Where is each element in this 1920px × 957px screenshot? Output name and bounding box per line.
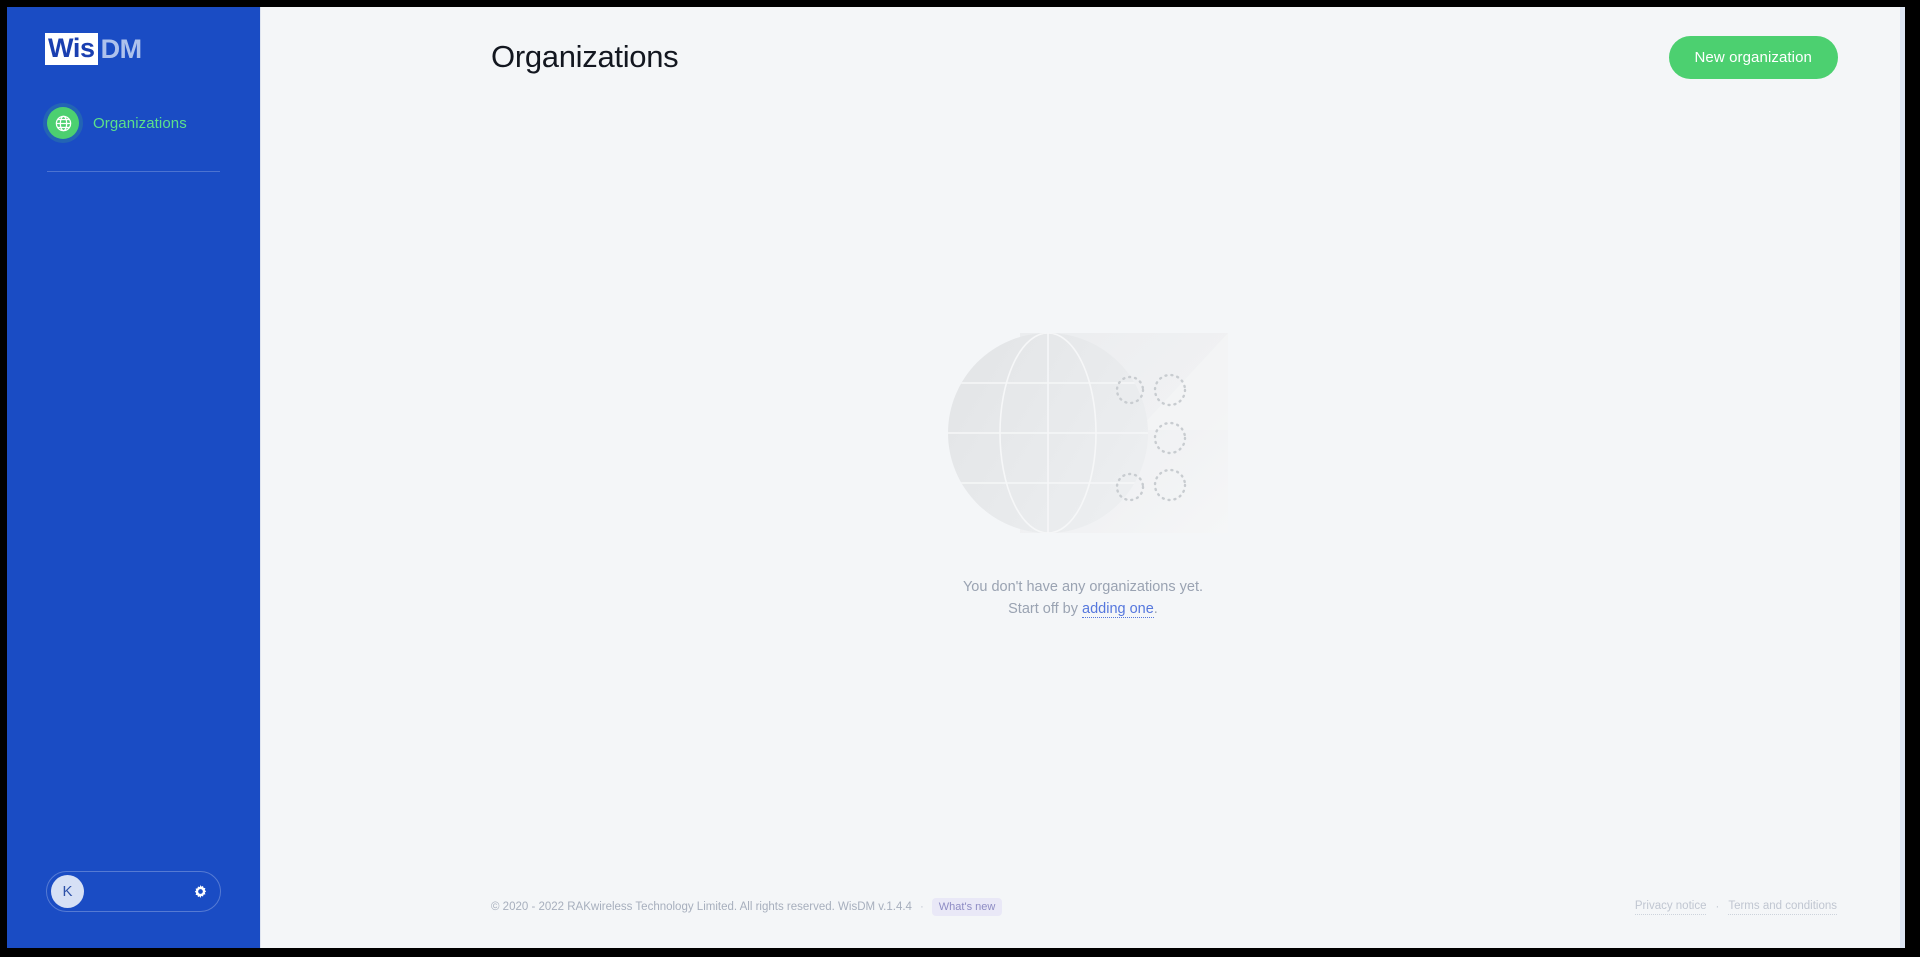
footer-links-separator: · — [1715, 901, 1720, 913]
footer-left: © 2020 - 2022 RAKwireless Technology Lim… — [491, 898, 1003, 916]
privacy-notice-link[interactable]: Privacy notice — [1634, 900, 1707, 915]
sidebar-item-organizations[interactable]: Organizations — [7, 101, 260, 145]
globe-icon — [47, 107, 79, 139]
globe-illustration — [938, 325, 1228, 541]
copyright-text: © 2020 - 2022 RAKwireless Technology Lim… — [491, 901, 912, 913]
user-account-button[interactable]: K — [46, 871, 221, 912]
page-header: Organizations New organization — [261, 7, 1905, 107]
app-window: Wis DM Organizations K Organizations New… — [7, 7, 1905, 948]
avatar: K — [51, 875, 84, 908]
terms-and-conditions-link[interactable]: Terms and conditions — [1728, 900, 1837, 915]
logo-dm-text: DM — [100, 33, 143, 64]
gear-icon[interactable] — [193, 884, 208, 899]
footer-separator: · — [919, 901, 924, 913]
sidebar: Wis DM Organizations K — [7, 7, 260, 948]
logo-wis-text: Wis — [45, 33, 98, 65]
footer-right: Privacy notice · Terms and conditions — [1634, 900, 1837, 915]
empty-state-text: You don't have any organizations yet. St… — [963, 577, 1203, 619]
whats-new-badge[interactable]: What's new — [931, 898, 1003, 916]
empty-state-line2-suffix: . — [1153, 600, 1158, 617]
main-content: Organizations New organization You don't… — [260, 7, 1905, 948]
empty-state-line1: You don't have any organizations yet. — [962, 579, 1204, 596]
empty-state-line2-prefix: Start off by — [1008, 600, 1083, 617]
sidebar-item-label: Organizations — [93, 114, 187, 132]
empty-state: You don't have any organizations yet. St… — [261, 107, 1905, 948]
adding-one-link[interactable]: adding one — [1082, 600, 1154, 618]
scrollbar-track[interactable] — [1900, 7, 1905, 948]
sidebar-divider — [47, 171, 220, 172]
page-title: Organizations — [491, 39, 679, 74]
sidebar-nav: Organizations — [7, 101, 260, 145]
app-logo[interactable]: Wis DM — [45, 33, 142, 65]
new-organization-button[interactable]: New organization — [1668, 35, 1838, 79]
page-footer: © 2020 - 2022 RAKwireless Technology Lim… — [261, 896, 1905, 918]
